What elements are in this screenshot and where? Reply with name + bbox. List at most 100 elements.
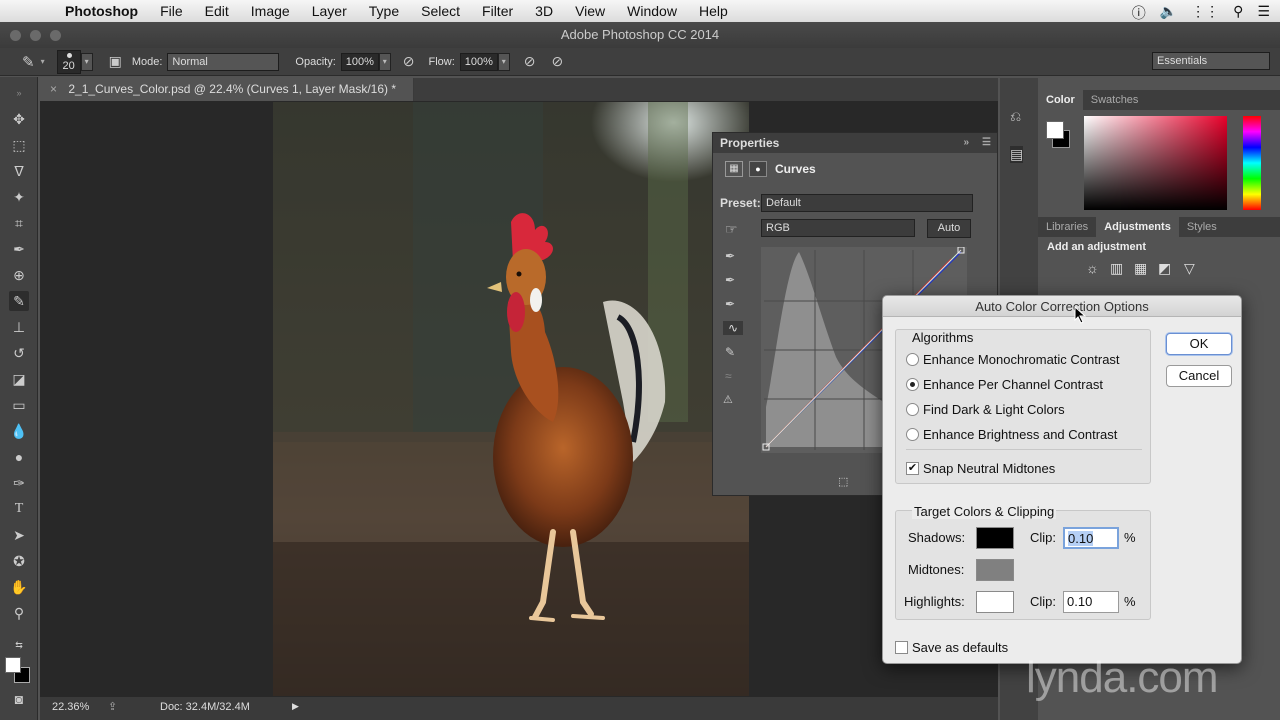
clip-to-layer-icon[interactable]: ⬚ (838, 475, 848, 488)
tab-swatches[interactable]: Swatches (1083, 90, 1147, 110)
tab-libraries[interactable]: Libraries (1038, 217, 1096, 237)
collapse-tools-icon[interactable]: » (9, 83, 29, 103)
pressure-size-icon[interactable]: ⊘ (552, 53, 564, 70)
opacity-input[interactable]: 100% (340, 52, 379, 71)
levels-adjust-icon[interactable]: ▥ (1110, 260, 1123, 277)
quick-mask-icon[interactable]: ◙ (9, 689, 29, 709)
lasso-tool-icon[interactable]: ᐁ (9, 161, 29, 181)
curves-adjust-icon[interactable]: ▦ (1134, 260, 1147, 277)
snap-neutral-check[interactable]: ✔ (906, 462, 919, 475)
channel-select[interactable]: RGB (761, 219, 915, 237)
menu-app[interactable]: Photoshop (54, 3, 149, 19)
menu-window[interactable]: Window (616, 3, 688, 19)
pressure-opacity-icon[interactable]: ⊘ (403, 53, 415, 70)
radio-per-channel[interactable]: Enhance Per Channel Contrast (906, 377, 1146, 397)
blur-tool-icon[interactable]: 💧 (9, 421, 29, 441)
gray-point-eyedropper-icon[interactable]: ✒ (725, 273, 735, 287)
black-point-eyedropper-icon[interactable]: ✒ (725, 249, 735, 263)
menu-select[interactable]: Select (410, 3, 471, 19)
menu-extras-icon[interactable]: ⋮⋮ (1191, 3, 1219, 23)
flow-dropdown[interactable]: ▾ (497, 52, 510, 71)
menu-view[interactable]: View (564, 3, 616, 19)
share-icon[interactable]: ⇪ (108, 700, 117, 713)
shape-tool-icon[interactable]: ✪ (9, 551, 29, 571)
curve-point-tool-icon[interactable]: ∿ (723, 321, 743, 335)
clipping-warning-icon[interactable]: ⚠ (723, 393, 733, 406)
radio-per-channel-button[interactable] (906, 378, 919, 391)
panel-menu-icon[interactable]: ☰ (982, 133, 991, 153)
menu-3d[interactable]: 3D (524, 3, 564, 19)
menu-layer[interactable]: Layer (301, 3, 358, 19)
menu-image[interactable]: Image (240, 3, 301, 19)
radio-dark-light[interactable]: Find Dark & Light Colors (906, 402, 1146, 422)
radio-brightness-contrast-button[interactable] (906, 428, 919, 441)
path-select-tool-icon[interactable]: ➤ (9, 525, 29, 545)
cancel-button[interactable]: Cancel (1166, 365, 1232, 387)
white-point-eyedropper-icon[interactable]: ✒ (725, 297, 735, 311)
type-tool-icon[interactable]: T (9, 499, 29, 519)
shadows-color-swatch[interactable] (976, 527, 1014, 549)
notifications-icon[interactable]: ☰ (1257, 3, 1270, 23)
brush-tool-icon[interactable]: ✎ (22, 53, 35, 71)
tab-color[interactable]: Color (1038, 90, 1083, 110)
snap-neutral-checkbox[interactable]: ✔ Snap Neutral Midtones (906, 461, 1146, 481)
pen-tool-icon[interactable]: ✑ (9, 473, 29, 493)
crop-tool-icon[interactable]: ⌗ (9, 213, 29, 233)
clone-stamp-tool-icon[interactable]: ⊥ (9, 317, 29, 337)
healing-brush-tool-icon[interactable]: ⊕ (9, 265, 29, 285)
zoom-level[interactable]: 22.36% (52, 701, 89, 713)
properties-panel-icon[interactable]: ▤ (1010, 146, 1024, 163)
history-brush-tool-icon[interactable]: ↺ (9, 343, 29, 363)
menu-edit[interactable]: Edit (194, 3, 240, 19)
zoom-tool-icon[interactable]: ⚲ (9, 603, 29, 623)
flow-input[interactable]: 100% (459, 52, 498, 71)
quick-select-tool-icon[interactable]: ✦ (9, 187, 29, 207)
menu-type[interactable]: Type (358, 3, 410, 19)
foreground-color-swatch[interactable] (5, 657, 21, 673)
midtones-color-swatch[interactable] (976, 559, 1014, 581)
tab-adjustments[interactable]: Adjustments (1096, 217, 1179, 237)
exposure-adjust-icon[interactable]: ◩ (1158, 260, 1171, 277)
close-tab-icon[interactable]: × (50, 82, 57, 96)
zoom-window-button[interactable] (50, 30, 61, 41)
ok-button[interactable]: OK (1166, 333, 1232, 355)
pencil-curve-icon[interactable]: ✎ (725, 345, 735, 359)
menu-help[interactable]: Help (688, 3, 739, 19)
brush-size-dropdown[interactable]: ▾ (80, 52, 93, 71)
brightness-adjust-icon[interactable]: ☼ (1086, 260, 1099, 276)
status-menu-icon[interactable]: ▶ (292, 701, 299, 712)
radio-dark-light-button[interactable] (906, 403, 919, 416)
shadows-clip-input[interactable]: 0.10 (1063, 527, 1119, 549)
brush-panel-icon[interactable]: ▣ (109, 53, 122, 70)
workspace-select[interactable]: Essentials (1152, 52, 1270, 70)
opacity-dropdown[interactable]: ▾ (378, 52, 391, 71)
history-panel-icon[interactable]: ⎌ (1010, 108, 1021, 125)
gradient-tool-icon[interactable]: ▭ (9, 395, 29, 415)
save-defaults-check[interactable] (895, 641, 908, 654)
smooth-curve-icon[interactable]: ≈ (725, 369, 732, 383)
color-picker-field[interactable] (1084, 116, 1227, 210)
layer-mask-icon[interactable]: ● (749, 161, 767, 177)
mode-select[interactable]: Normal (167, 52, 280, 71)
brush-tool-icon[interactable]: ✎ (9, 291, 29, 311)
spotlight-icon[interactable]: ⚲ (1233, 3, 1243, 23)
eraser-tool-icon[interactable]: ◪ (9, 369, 29, 389)
hand-tool-icon[interactable]: ✋ (9, 577, 29, 597)
on-image-adjust-icon[interactable]: ☞ (725, 221, 738, 238)
airbrush-icon[interactable]: ⊘ (524, 53, 536, 70)
menu-file[interactable]: File (149, 3, 194, 19)
eyedropper-tool-icon[interactable]: ✒ (9, 239, 29, 259)
volume-icon[interactable]: 🔈 (1160, 3, 1177, 23)
apple-icon[interactable] (20, 3, 40, 19)
swap-colors-icon[interactable]: ⇆ (9, 635, 29, 655)
preset-select[interactable]: Default (761, 194, 973, 212)
move-tool-icon[interactable]: ✥ (9, 109, 29, 129)
foreground-color-chip[interactable] (1046, 121, 1064, 139)
hue-slider[interactable] (1243, 116, 1261, 210)
highlights-color-swatch[interactable] (976, 591, 1014, 613)
document-canvas[interactable] (273, 102, 749, 696)
collapse-panel-icon[interactable]: » (963, 133, 969, 153)
minimize-window-button[interactable] (30, 30, 41, 41)
menu-filter[interactable]: Filter (471, 3, 524, 19)
highlights-clip-input[interactable]: 0.10 (1063, 591, 1119, 613)
